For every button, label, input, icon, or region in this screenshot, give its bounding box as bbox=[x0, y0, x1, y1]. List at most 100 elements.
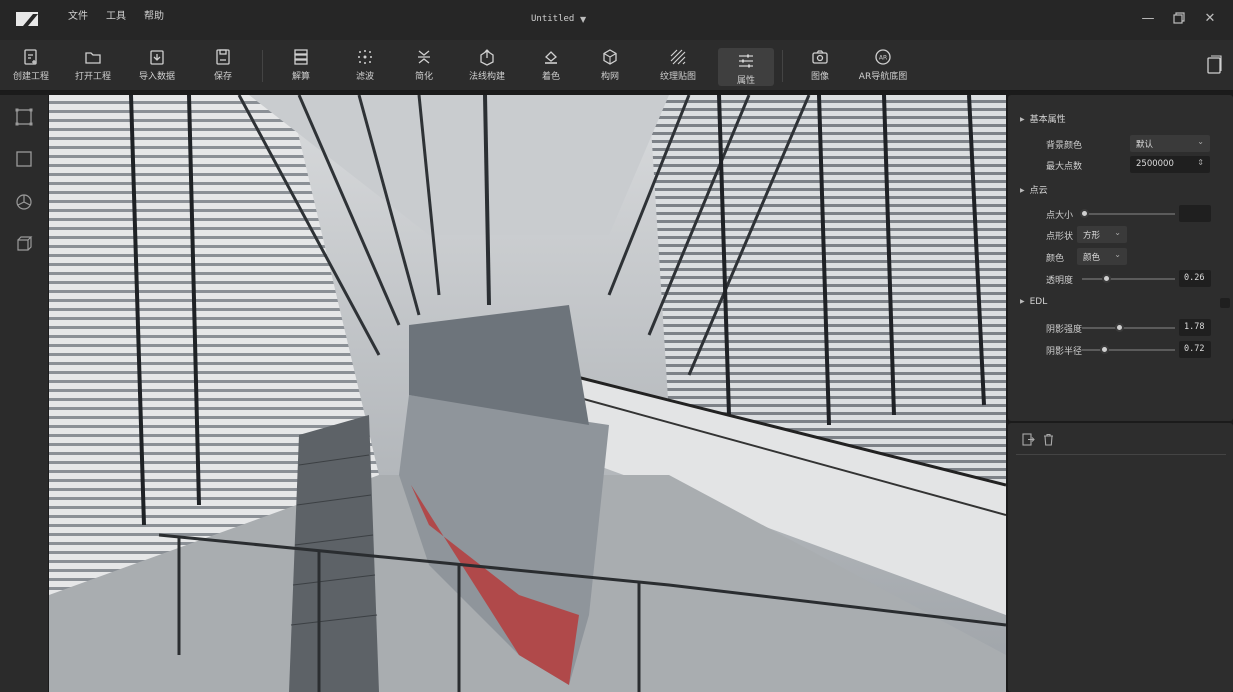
properties-label: 属性 bbox=[736, 76, 755, 86]
folder-icon bbox=[85, 52, 101, 64]
edl-strength-value[interactable]: 1.78 bbox=[1179, 319, 1211, 336]
section-basic-header[interactable]: ▶ 基本属性 bbox=[1020, 112, 1066, 125]
3d-viewport[interactable] bbox=[49, 95, 1006, 692]
cube-icon[interactable] bbox=[14, 234, 34, 254]
point-cloud-view bbox=[49, 95, 1006, 692]
solve-label: 解算 bbox=[291, 72, 310, 82]
point-shape-select[interactable]: 方形 ⌄ bbox=[1077, 226, 1127, 243]
open-project-button[interactable]: 打开工程 bbox=[70, 48, 116, 86]
minimize-icon[interactable]: — bbox=[1141, 12, 1155, 26]
color-label: 颜色 bbox=[1046, 254, 1065, 264]
point-size-knob[interactable] bbox=[1080, 209, 1089, 218]
new-project-icon bbox=[24, 49, 37, 65]
create-project-button[interactable]: 创建工程 bbox=[8, 48, 54, 86]
normal-build-label: 法线构建 bbox=[468, 72, 505, 82]
edl-toggle[interactable] bbox=[1220, 298, 1230, 308]
filter-button[interactable]: 滤波 bbox=[342, 48, 388, 86]
app-logo-icon bbox=[16, 12, 38, 26]
svg-text:AR: AR bbox=[879, 55, 887, 62]
texture-button[interactable]: 纹理贴图 bbox=[655, 48, 701, 86]
section-pointcloud-header[interactable]: ▶ 点云 bbox=[1020, 183, 1048, 196]
menu-tools[interactable]: 工具 bbox=[106, 7, 144, 22]
mesh-label: 构网 bbox=[600, 72, 619, 82]
chevron-down-icon[interactable]: ▼ bbox=[580, 15, 586, 24]
section-pointcloud-title: 点云 bbox=[1029, 186, 1048, 196]
bg-color-select[interactable]: 默认 ⌄ bbox=[1130, 135, 1210, 152]
panel-divider bbox=[1016, 454, 1226, 455]
export-icon[interactable] bbox=[1022, 431, 1035, 450]
point-shape-value: 方形 bbox=[1083, 231, 1101, 241]
solve-button[interactable]: 解算 bbox=[278, 48, 324, 86]
texture-icon bbox=[670, 49, 686, 65]
left-toolstrip bbox=[0, 95, 48, 692]
import-data-button[interactable]: 导入数据 bbox=[134, 48, 180, 86]
normal-build-button[interactable]: 法线构建 bbox=[464, 48, 510, 86]
edl-strength-knob[interactable] bbox=[1115, 323, 1124, 332]
ar-icon: AR bbox=[875, 49, 891, 65]
opacity-value[interactable]: 0.26 bbox=[1179, 270, 1211, 287]
edl-radius-knob[interactable] bbox=[1100, 345, 1109, 354]
simplify-label: 简化 bbox=[414, 72, 433, 82]
ar-basemap-button[interactable]: AR AR导航底图 bbox=[855, 48, 911, 86]
point-size-value-box[interactable] bbox=[1179, 205, 1211, 222]
simplify-icon bbox=[418, 50, 430, 64]
point-size-slider[interactable] bbox=[1080, 209, 1175, 218]
properties-button[interactable]: 属性 bbox=[718, 48, 774, 86]
opacity-slider[interactable] bbox=[1082, 274, 1175, 283]
restore-icon[interactable] bbox=[1172, 12, 1186, 26]
edl-radius-label: 阴影半径 bbox=[1046, 347, 1083, 357]
image-button[interactable]: 图像 bbox=[797, 48, 843, 86]
bg-color-label: 背景颜色 bbox=[1046, 141, 1083, 151]
close-icon[interactable]: ✕ bbox=[1203, 12, 1217, 26]
edl-strength-label: 阴影强度 bbox=[1046, 325, 1083, 335]
texture-label: 纹理贴图 bbox=[659, 72, 696, 82]
spinner-icon[interactable]: ⇕ bbox=[1197, 158, 1204, 167]
save-label: 保存 bbox=[213, 72, 232, 82]
panel-toggle-icon[interactable] bbox=[1205, 55, 1223, 79]
paint-icon bbox=[545, 51, 557, 64]
chevron-down-icon: ⌄ bbox=[1114, 228, 1121, 237]
document-title[interactable]: Untitled bbox=[531, 14, 574, 24]
stack-icon bbox=[294, 49, 308, 65]
section-edl-header[interactable]: ▶ EDL bbox=[1020, 297, 1047, 307]
image-label: 图像 bbox=[810, 72, 829, 82]
expand-triangle-icon: ▶ bbox=[1020, 298, 1025, 305]
point-shape-label: 点形状 bbox=[1046, 232, 1074, 242]
camera-icon bbox=[812, 50, 828, 64]
opacity-label: 透明度 bbox=[1046, 276, 1074, 286]
orbit-icon[interactable] bbox=[14, 192, 34, 212]
filter-icon bbox=[358, 50, 372, 64]
max-points-label: 最大点数 bbox=[1046, 162, 1083, 172]
trash-icon[interactable] bbox=[1042, 431, 1055, 450]
sliders-icon bbox=[739, 54, 753, 68]
save-button[interactable]: 保存 bbox=[200, 48, 246, 86]
rectangle-icon[interactable] bbox=[14, 149, 34, 169]
import-icon bbox=[150, 50, 164, 65]
main-toolbar: 创建工程 打开工程 导入数据 保存 解算 滤波 简化 法线构建 着色 构网 纹理… bbox=[0, 40, 1233, 91]
section-edl-title: EDL bbox=[1029, 297, 1048, 307]
colorize-button[interactable]: 着色 bbox=[528, 48, 574, 86]
menu-help[interactable]: 帮助 bbox=[144, 7, 182, 22]
section-basic-title: 基本属性 bbox=[1029, 115, 1066, 125]
edl-radius-value[interactable]: 0.72 bbox=[1179, 341, 1211, 358]
expand-triangle-icon: ▶ bbox=[1020, 187, 1025, 194]
select-region-icon[interactable] bbox=[14, 107, 34, 127]
simplify-button[interactable]: 简化 bbox=[401, 48, 447, 86]
menu-bar: 文件 工具 帮助 bbox=[68, 7, 182, 22]
menu-file[interactable]: 文件 bbox=[68, 7, 106, 22]
properties-panel: ▶ 基本属性 背景颜色 默认 ⌄ 最大点数 2500000 ⇕ ▶ 点云 点大小 点形状… bbox=[1008, 95, 1233, 421]
edl-radius-slider[interactable] bbox=[1082, 345, 1175, 354]
import-data-label: 导入数据 bbox=[138, 72, 175, 82]
layers-panel bbox=[1008, 423, 1233, 692]
point-size-label: 点大小 bbox=[1046, 211, 1074, 221]
color-select[interactable]: 颜色 ⌄ bbox=[1077, 248, 1127, 265]
edl-strength-slider[interactable] bbox=[1082, 323, 1175, 332]
chevron-down-icon: ⌄ bbox=[1114, 250, 1121, 259]
mesh-icon bbox=[603, 49, 617, 65]
mesh-button[interactable]: 构网 bbox=[587, 48, 633, 86]
max-points-value: 2500000 bbox=[1136, 159, 1174, 169]
opacity-knob[interactable] bbox=[1102, 274, 1111, 283]
ar-basemap-label: AR导航底图 bbox=[858, 72, 908, 82]
color-value: 颜色 bbox=[1083, 253, 1101, 263]
max-points-input[interactable]: 2500000 ⇕ bbox=[1130, 156, 1210, 173]
